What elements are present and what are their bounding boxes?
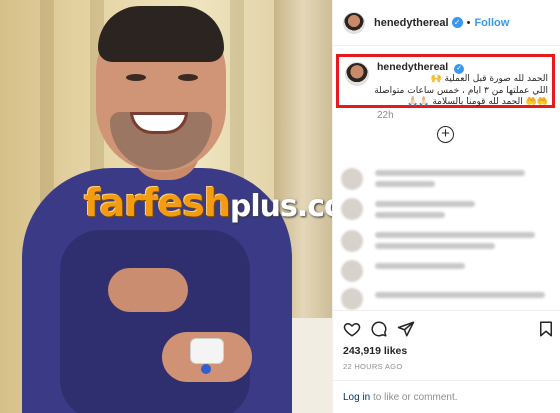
comment-text-blurred bbox=[375, 292, 545, 298]
separator-dot: • bbox=[466, 16, 471, 29]
comment-text-blurred bbox=[375, 170, 525, 176]
right-eye bbox=[178, 74, 198, 81]
comment-meta-blurred bbox=[375, 181, 435, 187]
left-hand bbox=[108, 268, 188, 312]
caption-username[interactable]: henedythereal bbox=[377, 61, 448, 73]
caption-line-2: اللي عملتها من ٣ ايام ، خمس ساعات متواصل… bbox=[374, 85, 548, 96]
comment-meta-blurred bbox=[375, 243, 495, 249]
avatar[interactable] bbox=[343, 11, 365, 34]
list-item bbox=[341, 228, 555, 254]
share-icon[interactable] bbox=[397, 320, 415, 338]
comment-icon[interactable] bbox=[370, 320, 388, 338]
follow-button[interactable]: Follow bbox=[474, 17, 509, 29]
post-header: henedythereal ✓ • Follow bbox=[333, 0, 560, 46]
watermark-main: farfesh bbox=[84, 181, 231, 225]
comment-avatar bbox=[341, 230, 363, 252]
hair bbox=[98, 6, 224, 62]
post-panel: henedythereal ✓ • Follow henedythereal ✓… bbox=[332, 0, 560, 413]
comment-avatar bbox=[341, 260, 363, 282]
comment-avatar bbox=[341, 198, 363, 220]
iv-port bbox=[201, 364, 211, 374]
post-image[interactable]: farfeshplus.com bbox=[0, 0, 332, 413]
login-link[interactable]: Log in bbox=[343, 392, 370, 403]
comment-text-blurred bbox=[375, 201, 475, 207]
caption-text: الحمد لله صورة قبل العملية 🙌 اللي عملتها… bbox=[344, 74, 548, 109]
list-item bbox=[341, 286, 555, 312]
action-bar bbox=[333, 310, 560, 342]
watermark-suffix: plus.com bbox=[229, 189, 332, 224]
list-item bbox=[341, 196, 555, 222]
caption-username-row: henedythereal ✓ bbox=[377, 61, 465, 74]
comment-meta-blurred bbox=[375, 212, 445, 218]
post-time: 22 HOURS AGO bbox=[343, 362, 403, 371]
comment-text-blurred bbox=[375, 263, 465, 269]
caption-line-3: 🤲🤲 الحمد لله قومنا بالسلامة 🙏🏻🙏🏻 bbox=[407, 97, 548, 107]
list-item bbox=[341, 166, 555, 192]
left-eye bbox=[126, 74, 146, 81]
caption-line-1: الحمد لله صورة قبل العملية 🙌 bbox=[430, 74, 548, 84]
add-comment-icon[interactable]: + bbox=[437, 126, 454, 143]
caption-highlight: henedythereal ✓ الحمد لله صورة قبل العمل… bbox=[336, 54, 555, 108]
caption-time: 22h bbox=[377, 110, 394, 121]
list-item bbox=[341, 258, 555, 284]
verified-badge-icon: ✓ bbox=[451, 17, 463, 28]
verified-badge-icon: ✓ bbox=[454, 64, 465, 74]
bookmark-icon[interactable] bbox=[537, 320, 555, 338]
login-prompt: Log in to like or comment. bbox=[333, 380, 560, 413]
login-suffix: to like or comment. bbox=[370, 392, 458, 403]
likes-count[interactable]: 243,919 likes bbox=[343, 345, 407, 357]
heart-icon[interactable] bbox=[343, 320, 361, 338]
header-username[interactable]: henedythereal bbox=[374, 17, 449, 29]
comment-avatar bbox=[341, 168, 363, 190]
iv-cannula bbox=[190, 338, 224, 364]
watermark: farfeshplus.com bbox=[84, 184, 332, 222]
comment-text-blurred bbox=[375, 232, 535, 238]
comment-avatar bbox=[341, 288, 363, 310]
gown-shadow bbox=[60, 230, 250, 413]
